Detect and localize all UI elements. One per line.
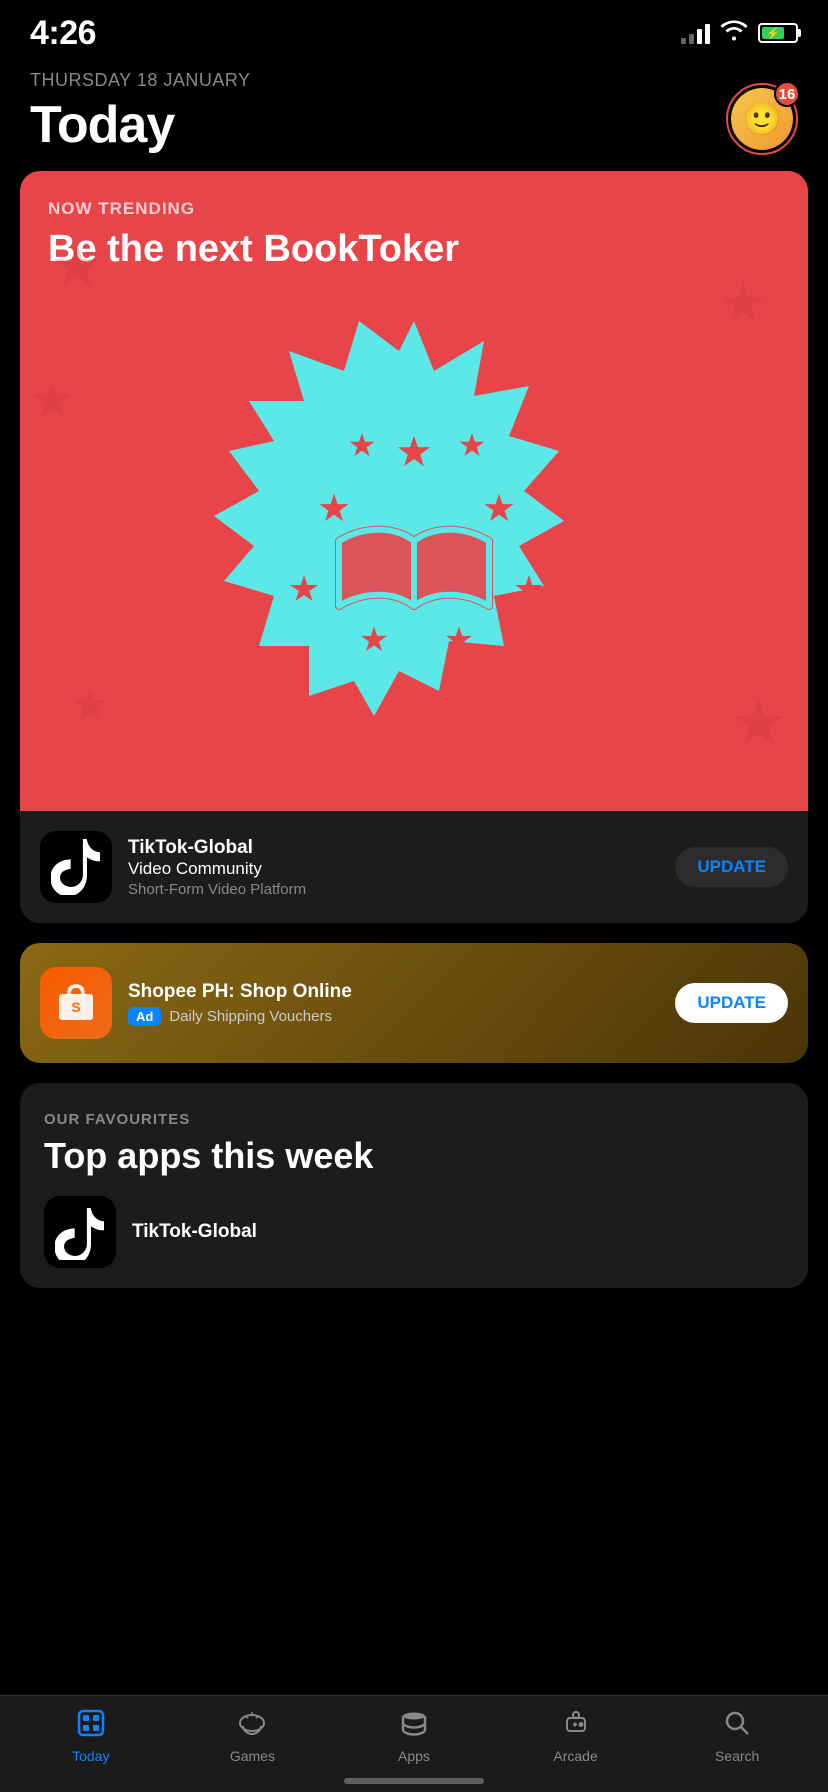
apps-tab-icon: [399, 1708, 429, 1743]
tab-apps[interactable]: Apps: [333, 1708, 495, 1764]
shopee-app-name: Shopee PH: Shop Online: [128, 981, 659, 1003]
search-tab-label: Search: [715, 1748, 759, 1764]
home-indicator: [344, 1778, 484, 1784]
status-time: 4:26: [30, 14, 96, 53]
favourites-title: Top apps this week: [44, 1136, 784, 1176]
arcade-tab-icon: [561, 1708, 591, 1743]
ad-badge: Ad: [128, 1007, 161, 1026]
date-label: THURSDAY 18 JANUARY: [30, 70, 251, 91]
page-title: Today: [30, 95, 251, 155]
shopee-app-details: Shopee PH: Shop Online Ad Daily Shipping…: [128, 981, 659, 1026]
today-tab-icon: [76, 1708, 106, 1743]
fav-app-name: TikTok-Global: [132, 1221, 257, 1243]
battery-icon: ⚡: [758, 23, 798, 43]
tiktok-app-subtitle: Video Community: [128, 859, 659, 879]
trending-banner: NOW TRENDING Be the next BookToker ★ ★ ★…: [20, 171, 808, 811]
tab-arcade[interactable]: Arcade: [495, 1708, 657, 1764]
tiktok-update-button[interactable]: UPDATE: [675, 847, 788, 887]
status-icons: ⚡: [681, 19, 798, 47]
shopee-app-icon: S: [40, 967, 112, 1039]
tiktok-app-name: TikTok-Global: [128, 837, 659, 859]
page-header: THURSDAY 18 JANUARY Today 🙂 16: [0, 60, 828, 171]
favourites-card[interactable]: OUR FAVOURITES Top apps this week TikTok…: [20, 1083, 808, 1288]
tab-today[interactable]: Today: [10, 1708, 172, 1764]
tab-search[interactable]: Search: [656, 1708, 818, 1764]
svg-text:S: S: [71, 999, 80, 1015]
today-tab-label: Today: [72, 1748, 109, 1764]
arcade-tab-label: Arcade: [553, 1748, 597, 1764]
tab-games[interactable]: Games: [172, 1708, 334, 1764]
main-content: NOW TRENDING Be the next BookToker ★ ★ ★…: [0, 171, 828, 1288]
shopee-ad-row: Ad Daily Shipping Vouchers: [128, 1007, 659, 1026]
tiktok-app-category: Short-Form Video Platform: [128, 881, 659, 898]
avatar-container[interactable]: 🙂 16: [726, 83, 798, 155]
games-tab-label: Games: [230, 1748, 275, 1764]
notification-badge: 16: [774, 81, 800, 107]
apps-tab-label: Apps: [398, 1748, 430, 1764]
games-tab-icon: [237, 1708, 267, 1743]
fav-tiktok-icon: [44, 1196, 116, 1268]
status-bar: 4:26 ⚡: [0, 0, 828, 60]
wifi-icon: [720, 19, 748, 47]
stars-background: ★ ★ ★ ★ ★: [20, 171, 808, 811]
search-tab-icon: [722, 1708, 752, 1743]
trending-card[interactable]: NOW TRENDING Be the next BookToker ★ ★ ★…: [20, 171, 808, 923]
tiktok-app-icon: [40, 831, 112, 903]
shopee-card[interactable]: S Shopee PH: Shop Online Ad Daily Shippi…: [20, 943, 808, 1063]
tiktok-app-row[interactable]: TikTok-Global Video Community Short-Form…: [20, 811, 808, 923]
tiktok-app-details: TikTok-Global Video Community Short-Form…: [128, 837, 659, 898]
fav-app-row: TikTok-Global: [44, 1196, 784, 1268]
header-left: THURSDAY 18 JANUARY Today: [30, 70, 251, 155]
shopee-subtitle: Daily Shipping Vouchers: [169, 1008, 332, 1025]
shopee-update-button[interactable]: UPDATE: [675, 983, 788, 1023]
favourites-label: OUR FAVOURITES: [44, 1111, 784, 1128]
signal-bars-icon: [681, 22, 710, 44]
